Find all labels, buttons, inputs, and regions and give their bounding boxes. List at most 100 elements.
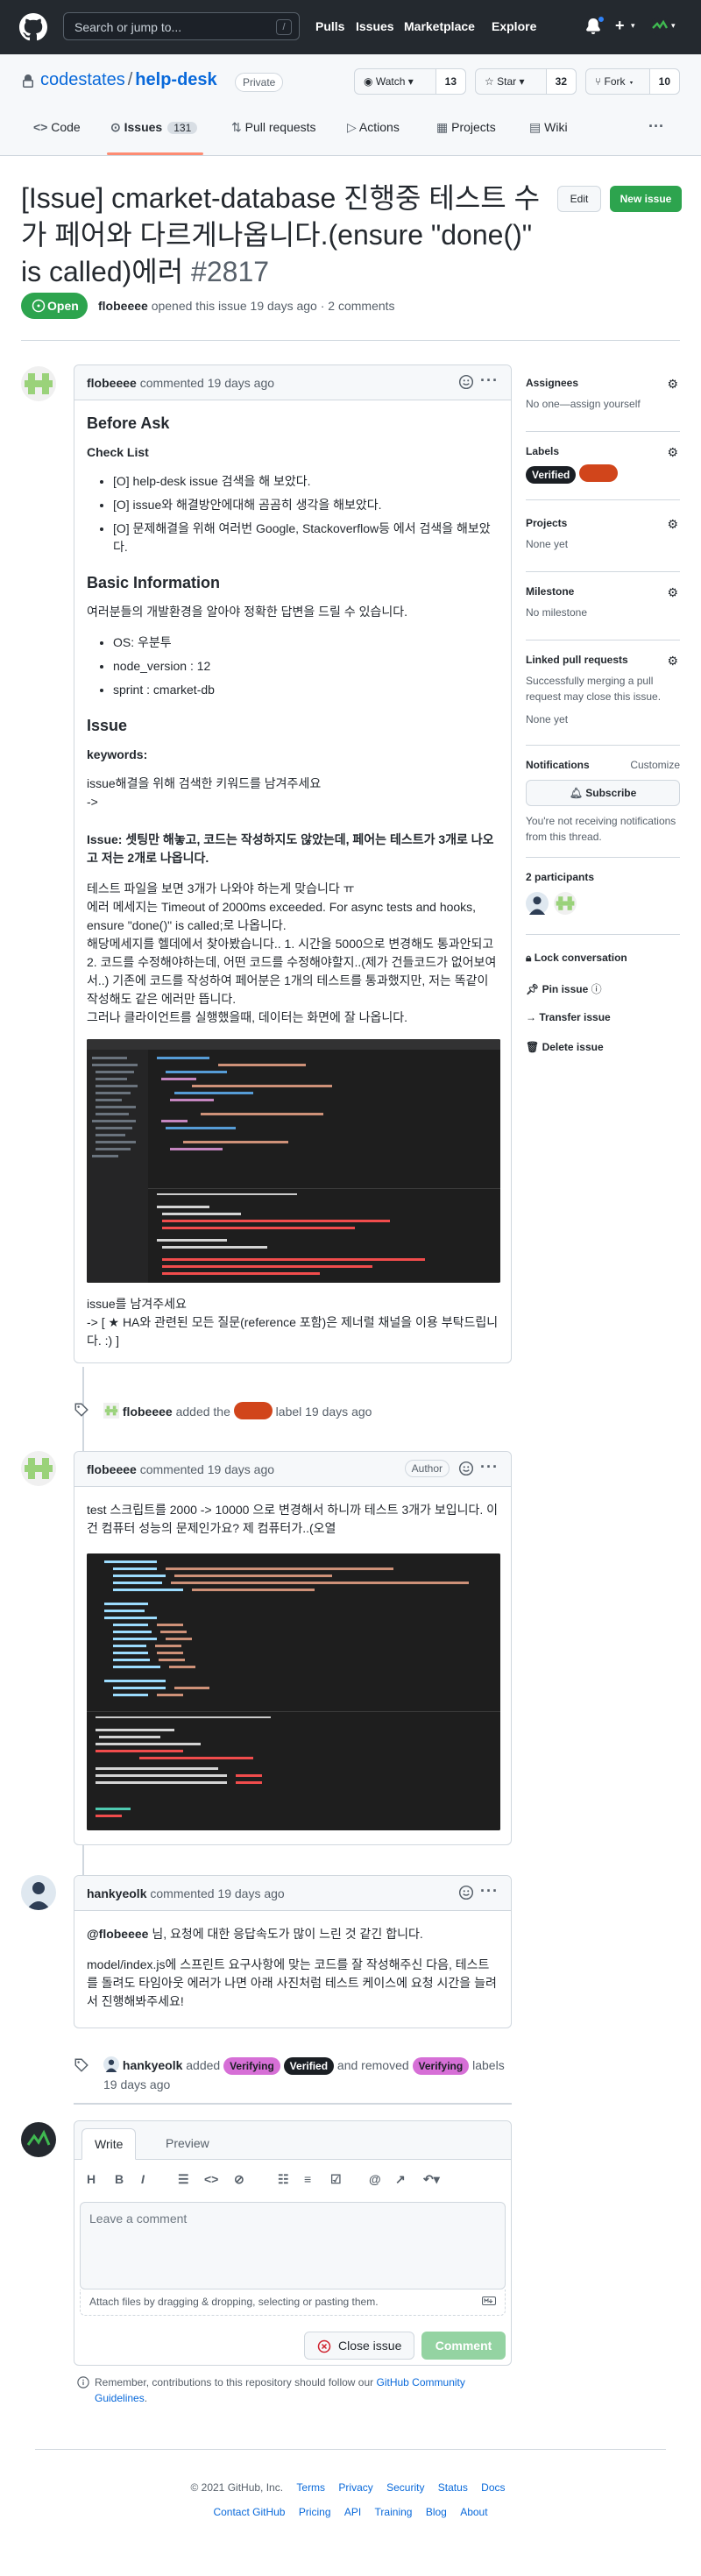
label-verifying-badge[interactable]: Verifying <box>223 2057 280 2075</box>
footer-link-security[interactable]: Security <box>386 2481 424 2494</box>
linked-prs-section[interactable]: Linked pull requests ⚙ Successfully merg… <box>526 654 680 727</box>
heading-icon[interactable]: H <box>87 2172 96 2186</box>
quote-icon[interactable]: ☰ <box>178 2172 189 2187</box>
new-issue-button[interactable]: New issue <box>610 186 682 212</box>
avatar-flobeeee[interactable] <box>21 1451 56 1486</box>
task-list-icon[interactable]: ☑ <box>330 2172 342 2187</box>
tab-actions[interactable]: ▷ Actions <box>347 120 400 135</box>
footer-link-status[interactable]: Status <box>438 2481 468 2494</box>
avatar-flobeeee[interactable] <box>21 366 56 401</box>
footer-link-pricing[interactable]: Pricing <box>299 2506 331 2518</box>
comment-author[interactable]: hankyeolk <box>87 1886 146 1900</box>
screenshot-image[interactable] <box>87 1039 500 1283</box>
footer-link-blog[interactable]: Blog <box>426 2506 447 2518</box>
kebab-menu-icon[interactable]: ··· <box>480 372 499 390</box>
user-avatar[interactable] <box>650 17 669 36</box>
pin-issue-action[interactable]: 📌︎ Pin issue ⓘ <box>526 981 602 996</box>
gear-icon[interactable]: ⚙ <box>667 517 678 532</box>
gear-icon[interactable]: ⚙ <box>667 377 678 392</box>
fork-button[interactable]: ⑂ Fork ▾ 10 <box>585 68 680 95</box>
more-tabs-icon[interactable]: ··· <box>648 117 664 136</box>
label-verifying-badge[interactable]: Verifying <box>412 2057 470 2075</box>
user-mention[interactable]: @flobeeee <box>87 1927 148 1941</box>
footer-link-contact[interactable]: Contact GitHub <box>213 2506 285 2518</box>
reply-icon[interactable]: ↶▾ <box>423 2172 440 2187</box>
footer-link-training[interactable]: Training <box>375 2506 413 2518</box>
smiley-icon[interactable] <box>458 1461 474 1476</box>
github-logo-icon[interactable] <box>19 13 47 41</box>
avatar-hankyeolk[interactable] <box>526 892 549 915</box>
italic-icon[interactable]: I <box>141 2172 145 2186</box>
gear-icon[interactable]: ⚙ <box>667 585 678 600</box>
star-button[interactable]: ☆ Star ▾ 32 <box>475 68 577 95</box>
close-issue-button[interactable]: Close issue <box>304 2332 414 2360</box>
label-bug-badge[interactable] <box>579 464 619 482</box>
label-bug-badge[interactable] <box>233 1402 273 1419</box>
nav-marketplace[interactable]: Marketplace <box>404 19 475 33</box>
link-icon[interactable]: ⊘ <box>234 2172 244 2187</box>
attach-files-area[interactable]: Attach files by dragging & dropping, sel… <box>80 2289 506 2316</box>
projects-section[interactable]: Projects ⚙ None yet <box>526 517 680 552</box>
watch-count[interactable]: 13 <box>435 69 465 94</box>
caret-down-icon[interactable]: ▾ <box>671 21 676 31</box>
fork-count[interactable]: 10 <box>648 69 679 94</box>
mention-icon[interactable]: @ <box>369 2172 381 2186</box>
comment-submit-button[interactable]: Comment <box>421 2332 506 2360</box>
kebab-menu-icon[interactable]: ··· <box>480 1882 499 1900</box>
search-input[interactable]: Search or jump to... / <box>63 12 300 40</box>
code-icon[interactable]: <> <box>204 2172 218 2186</box>
bold-icon[interactable]: B <box>115 2172 124 2186</box>
issue-author[interactable]: flobeeee <box>98 299 148 313</box>
avatar-flobeeee-small[interactable] <box>103 1403 119 1419</box>
watch-button[interactable]: ◉ Watch ▾ 13 <box>354 68 466 95</box>
label-verified-badge[interactable]: Verified <box>526 466 577 484</box>
tab-pull-requests[interactable]: ⇅ Pull requests <box>231 120 316 135</box>
tab-code[interactable]: <> Code <box>33 120 81 134</box>
lock-conversation-action[interactable]: 🔒︎ Lock conversation <box>526 952 627 965</box>
screenshot-image[interactable] <box>87 1553 500 1830</box>
repo-name-link[interactable]: help-desk <box>135 70 216 89</box>
gear-icon[interactable]: ⚙ <box>667 445 678 460</box>
plus-icon[interactable]: + <box>615 18 625 33</box>
star-count[interactable]: 32 <box>545 69 576 94</box>
milestone-section[interactable]: Milestone ⚙ No milestone <box>526 585 680 620</box>
repo-owner-link[interactable]: codestates <box>40 70 125 89</box>
comment-time[interactable]: commented 19 days ago <box>150 1886 284 1900</box>
reference-icon[interactable]: ↗ <box>395 2172 406 2187</box>
comment-author[interactable]: flobeeee <box>87 1462 137 1476</box>
customize-link[interactable]: Customize <box>630 759 680 771</box>
subscribe-button[interactable]: 🔔︎ Subscribe <box>526 780 680 806</box>
nav-explore[interactable]: Explore <box>492 19 536 33</box>
kebab-menu-icon[interactable]: ··· <box>480 1458 499 1476</box>
label-verified-badge[interactable]: Verified <box>283 2057 335 2075</box>
avatar-hankyeolk[interactable] <box>21 1875 56 1910</box>
comment-author[interactable]: flobeeee <box>87 376 137 390</box>
caret-down-icon[interactable]: ▾ <box>631 21 635 31</box>
footer-link-about[interactable]: About <box>460 2506 487 2518</box>
unordered-list-icon[interactable]: ☷ <box>278 2172 289 2187</box>
tab-projects[interactable]: ▦ Projects <box>436 120 496 135</box>
avatar-current-user[interactable] <box>21 2122 56 2157</box>
comment-time[interactable]: commented 19 days ago <box>140 1462 274 1476</box>
comment-textarea[interactable]: Leave a comment <box>80 2202 506 2289</box>
footer-link-docs[interactable]: Docs <box>481 2481 505 2494</box>
delete-issue-action[interactable]: 🗑︎ Delete issue <box>526 1041 604 1053</box>
assignees-text[interactable]: No one—assign yourself <box>526 396 680 412</box>
event-actor[interactable]: hankyeolk <box>123 2058 182 2072</box>
footer-link-terms[interactable]: Terms <box>296 2481 325 2494</box>
gear-icon[interactable]: ⚙ <box>667 654 678 669</box>
ordered-list-icon[interactable]: ≡ <box>304 2172 311 2186</box>
assignees-section[interactable]: Assignees ⚙ No one—assign yourself <box>526 377 680 412</box>
edit-title-button[interactable]: Edit <box>557 186 601 212</box>
event-actor[interactable]: flobeeee <box>123 1405 173 1419</box>
comment-time[interactable]: commented 19 days ago <box>140 376 274 390</box>
labels-section[interactable]: Labels ⚙ Verified <box>526 445 680 484</box>
nav-issues[interactable]: Issues <box>356 19 394 33</box>
footer-link-api[interactable]: API <box>344 2506 361 2518</box>
tab-write[interactable]: Write <box>81 2128 137 2160</box>
transfer-issue-action[interactable]: → Transfer issue <box>526 1011 611 1023</box>
footer-link-privacy[interactable]: Privacy <box>338 2481 372 2494</box>
event-time[interactable]: 19 days ago <box>103 2077 170 2091</box>
avatar-hankyeolk-small[interactable] <box>103 2056 119 2072</box>
tab-preview[interactable]: Preview <box>153 2128 222 2160</box>
